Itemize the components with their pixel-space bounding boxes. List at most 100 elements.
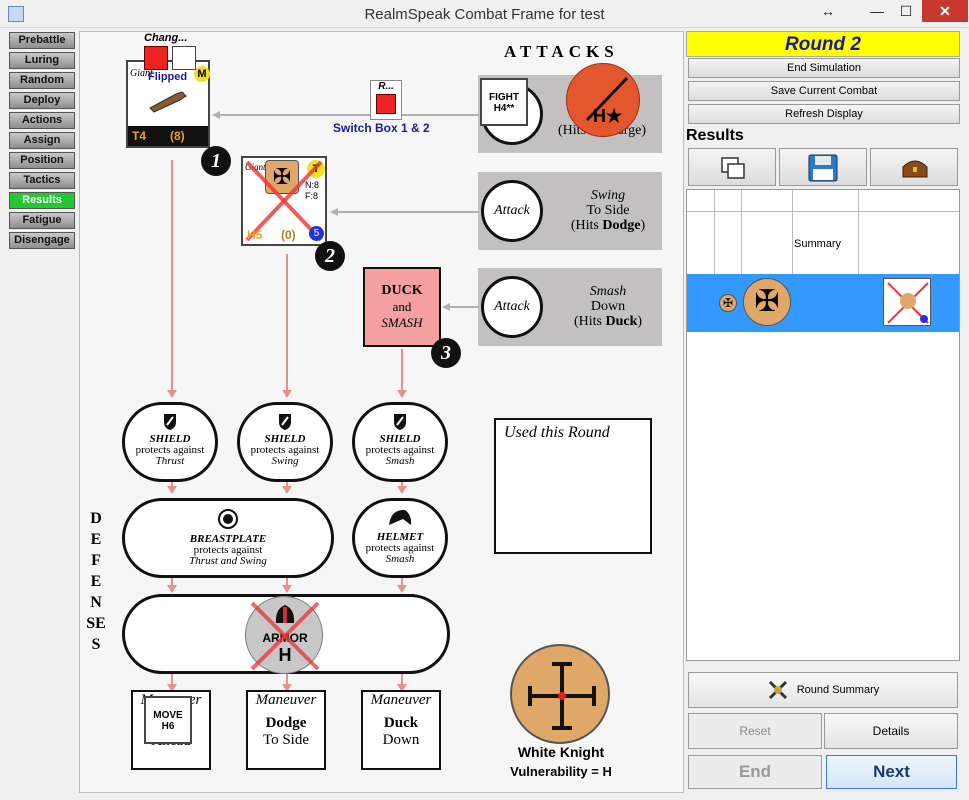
refresh-display-button[interactable]: Refresh Display	[688, 104, 960, 124]
flipped-label: Flipped	[148, 71, 188, 83]
m-badge: M	[194, 66, 210, 82]
results-heading: Results	[686, 127, 744, 144]
phase-button-position[interactable]: Position	[9, 152, 75, 169]
breastplate-box[interactable]: BREASTPLATE protects against Thrust and …	[122, 498, 334, 578]
maneuver3-bold: Duck	[383, 715, 419, 731]
shield-smash-box[interactable]: SHIELD protects against Smash	[352, 402, 448, 482]
breastplate-type: Thrust and Swing	[189, 555, 267, 567]
phase-button-random[interactable]: Random	[9, 72, 75, 89]
white-knight-chit[interactable]	[510, 644, 610, 744]
duck-smash-line2: and	[392, 299, 412, 314]
next-button[interactable]: Next	[826, 755, 957, 789]
number-badge-1: 1	[201, 146, 231, 176]
duck-smash-line3: SMASH	[381, 315, 423, 330]
giant-stats-bar: T4 (8)	[128, 126, 208, 146]
move-chit[interactable]: MOVE H6	[144, 696, 192, 744]
end-simulation-button[interactable]: End Simulation	[688, 58, 960, 78]
switch-box-label: R...	[378, 81, 394, 92]
red-die-icon	[376, 94, 396, 114]
switch-box-chit[interactable]: R...	[370, 80, 402, 120]
attack-box-2: Attack Swing To Side (Hits Dodge)	[478, 172, 662, 250]
round-label: Round 2	[686, 31, 960, 57]
change-overlay[interactable]: Chang... Flipped	[142, 32, 198, 83]
combat-board: ATTACKS Giant M T4 (8) Chang... Flipped …	[79, 31, 684, 793]
giant2-paren: (0)	[281, 228, 296, 242]
breastplate-icon	[218, 509, 238, 529]
save-button[interactable]	[779, 148, 867, 186]
phase-button-deploy[interactable]: Deploy	[9, 92, 75, 109]
red-die-icon	[144, 46, 168, 70]
fight-chit-line1: FIGHT	[489, 92, 519, 103]
round-summary-label: Round Summary	[796, 684, 880, 696]
maneuver-dodge-box[interactable]: Maneuver Dodge To Side	[246, 690, 326, 770]
phase-button-assign[interactable]: Assign	[9, 132, 75, 149]
switch-box-caption[interactable]: Switch Box 1 & 2	[333, 121, 430, 135]
save-combat-button[interactable]: Save Current Combat	[688, 81, 960, 101]
attack-circle-2[interactable]: Attack	[481, 180, 543, 242]
attack-circle-3[interactable]: Attack	[481, 276, 543, 338]
duck-smash-line1: DUCK	[381, 283, 423, 298]
maneuver2-bold: Dodge	[265, 715, 307, 731]
five-badge: 5	[309, 226, 324, 241]
shield1-type: Thrust	[155, 455, 185, 467]
phase-button-disengage[interactable]: Disengage	[9, 232, 75, 249]
club-icon	[149, 91, 187, 113]
helmet-icon	[389, 509, 412, 525]
attack2-line3: (Hits Dodge)	[570, 218, 646, 233]
phase-button-luring[interactable]: Luring	[9, 52, 75, 69]
maneuver3-title: Maneuver	[370, 692, 432, 708]
giant-card-2[interactable]: Giant T ✠ N:8 F:8 H5 (0) 5	[241, 156, 327, 246]
helmet-type: Smash	[385, 553, 415, 565]
white-knight-name: White Knight	[517, 744, 605, 760]
round-summary-button[interactable]: Round Summary	[688, 672, 958, 708]
attack3-line3: (Hits Duck)	[573, 314, 643, 329]
results-table: Summary ✠ ✠	[686, 189, 960, 661]
shield3-type: Smash	[385, 455, 415, 467]
title-bar: RealmSpeak Combat Frame for test ↔ — ☐ ✕	[0, 0, 969, 28]
phase-button-fatigue[interactable]: Fatigue	[9, 212, 75, 229]
resize-icon[interactable]: ↔	[815, 0, 841, 22]
end-button[interactable]: End	[688, 755, 822, 789]
attack3-line2: Down	[590, 299, 626, 314]
cross-out-icon	[250, 601, 320, 671]
used-this-round-box: Used this Round	[494, 418, 652, 554]
number-badge-3: 3	[431, 338, 461, 368]
attack-red-chit[interactable]: H★	[566, 63, 640, 137]
attack3-line1: Smash	[589, 284, 627, 299]
treasure-chest-button[interactable]	[870, 148, 958, 186]
minimize-button[interactable]: —	[863, 0, 891, 22]
maneuver2-title: Maneuver	[255, 692, 317, 708]
shield-thrust-box[interactable]: SHIELD protects against Thrust	[122, 402, 218, 482]
duck-smash-box[interactable]: DUCK and SMASH	[363, 267, 441, 347]
attack2-line1: Swing	[590, 188, 626, 203]
copy-button[interactable]	[688, 148, 776, 186]
knight-small-icon: ✠	[719, 294, 737, 312]
maneuver3-line2: Down	[382, 732, 420, 748]
table-header	[687, 190, 959, 212]
maneuver-duck-box[interactable]: Maneuver Duck Down	[361, 690, 441, 770]
white-knight-vulnerability: Vulnerability = H	[510, 764, 612, 779]
knight-cross-icon	[528, 662, 596, 730]
reset-button[interactable]: Reset	[688, 713, 822, 749]
shield-swing-box[interactable]: SHIELD protects against Swing	[237, 402, 333, 482]
helmet-box[interactable]: HELMET protects against Smash	[352, 498, 448, 578]
shield-icon	[394, 414, 406, 430]
crossed-swords-icon	[767, 679, 789, 701]
phase-button-results[interactable]: Results	[9, 192, 75, 209]
shield-icon	[164, 414, 176, 430]
giant-stat-paren: (8)	[170, 129, 185, 143]
phase-button-tactics[interactable]: Tactics	[9, 172, 75, 189]
attack2-text: Swing To Side (Hits Dodge)	[558, 188, 658, 233]
details-button[interactable]: Details	[824, 713, 958, 749]
maximize-button[interactable]: ☐	[892, 0, 920, 22]
armor-chit[interactable]: ARMOR H	[245, 596, 323, 674]
phase-button-actions[interactable]: Actions	[9, 112, 75, 129]
table-row[interactable]: Summary	[687, 212, 959, 274]
fight-chit[interactable]: FIGHT H4**	[480, 78, 528, 126]
phase-button-prebattle[interactable]: Prebattle	[9, 32, 75, 49]
knight-chit-icon: ✠	[743, 278, 791, 326]
table-row-selected[interactable]: ✠ ✠	[687, 274, 959, 332]
close-button[interactable]: ✕	[922, 0, 968, 22]
floppy-disk-icon	[808, 154, 838, 182]
sword-icon: H★	[585, 76, 629, 126]
